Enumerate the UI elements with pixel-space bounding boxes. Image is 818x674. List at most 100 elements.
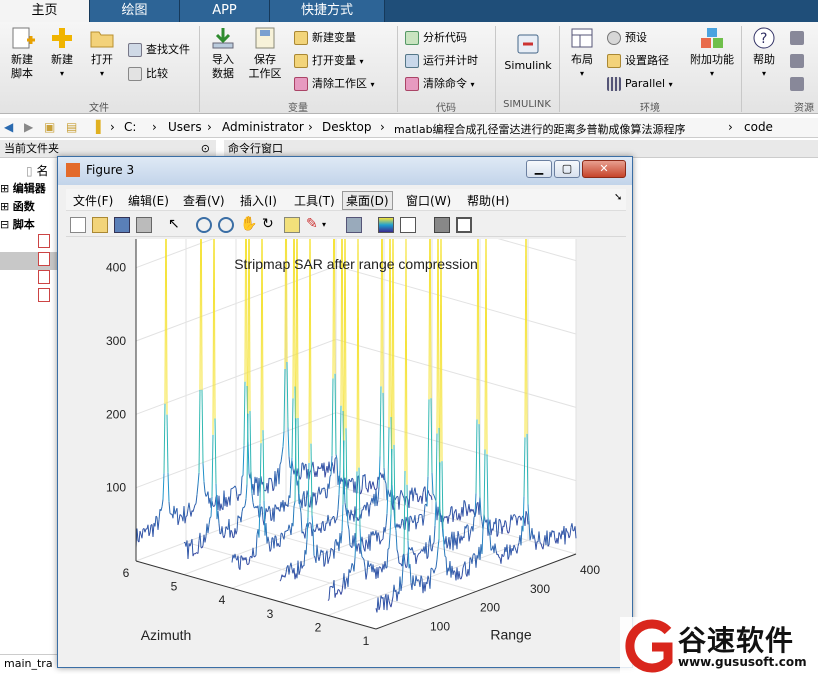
zoom-out-icon[interactable] xyxy=(218,217,234,233)
menu-dock-arrow-icon[interactable]: ➘ xyxy=(614,192,622,203)
request-support-icon[interactable] xyxy=(790,51,808,71)
menu-insert[interactable]: 插入(I) xyxy=(240,192,277,209)
maximize-button[interactable]: ▢ xyxy=(554,160,580,178)
zoom-in-icon[interactable] xyxy=(196,217,212,233)
menu-file[interactable]: 文件(F) xyxy=(73,192,113,209)
file-tree: ⊞ 编辑器 ⊞ 函数 ⊟ 脚本 xyxy=(0,180,60,306)
path-segment[interactable]: Administrator xyxy=(222,120,304,134)
back-arrow-icon[interactable]: ◀ xyxy=(4,120,13,134)
pan-hand-icon[interactable]: ✋ xyxy=(240,217,257,233)
save-workspace-button[interactable]: 保存 工作区 xyxy=(245,26,285,81)
series-segment xyxy=(385,567,388,569)
open-variable-button[interactable]: 打开变量 ▾ xyxy=(294,51,364,71)
tree-node-functions[interactable]: ⊞ 函数 xyxy=(0,198,60,216)
run-and-time-button[interactable]: 运行并计时 xyxy=(405,51,478,71)
expand-icon[interactable]: ⊞ xyxy=(0,200,9,213)
legend-icon[interactable] xyxy=(400,217,416,233)
community-icon[interactable] xyxy=(790,28,808,48)
minimize-button[interactable]: ▁ xyxy=(526,160,552,178)
find-files-button[interactable]: 查找文件 xyxy=(128,40,190,60)
tree-node-scripts[interactable]: ⊟ 脚本 xyxy=(0,216,60,234)
print-figure-icon[interactable] xyxy=(136,217,152,233)
series-segment xyxy=(304,505,307,507)
menu-tools[interactable]: 工具(T) xyxy=(294,192,335,209)
addons-dropdown-arrow-icon[interactable]: ▾ xyxy=(686,67,738,81)
new-figure-icon[interactable] xyxy=(70,217,86,233)
layout-button[interactable]: 布局 ▾ xyxy=(562,26,602,81)
data-cursor-icon[interactable] xyxy=(284,217,300,233)
new-variable-button[interactable]: 新建变量 xyxy=(294,28,356,48)
tab-shortcuts[interactable]: 快捷方式 xyxy=(270,0,385,22)
new-script-label: 新建 脚本 xyxy=(11,53,33,80)
compare-button[interactable]: 比较 xyxy=(128,64,168,84)
analyze-code-button[interactable]: 分析代码 xyxy=(405,28,467,48)
import-data-button[interactable]: 导入 数据 xyxy=(203,26,243,81)
path-segment[interactable]: Users xyxy=(168,120,202,134)
list-item[interactable] xyxy=(0,252,60,270)
edit-plot-pointer-icon[interactable]: ↖ xyxy=(168,217,184,233)
address-bar: ◀ ▶ ▣ ▤ ▌ › C: › Users › Administrator ›… xyxy=(0,118,818,138)
figure-title-bar[interactable]: Figure 3 ▁ ▢ ✕ xyxy=(58,157,632,185)
close-button[interactable]: ✕ xyxy=(582,160,626,178)
path-segment[interactable]: matlab编程合成孔径雷达进行的距离多普勒成像算法源程序 xyxy=(394,121,686,137)
show-plot-tools-icon[interactable] xyxy=(456,217,472,233)
path-segment[interactable]: code xyxy=(744,120,773,134)
save-figure-icon[interactable] xyxy=(114,217,130,233)
path-separator-icon: › xyxy=(152,120,157,134)
help-dropdown-arrow-icon[interactable]: ▾ xyxy=(744,67,784,81)
tab-apps[interactable]: APP xyxy=(180,0,270,22)
tab-home[interactable]: 主页 xyxy=(0,0,90,22)
new-script-button[interactable]: 新建 脚本 xyxy=(2,26,42,81)
menu-window[interactable]: 窗口(W) xyxy=(406,192,451,209)
open-folder-icon xyxy=(89,26,115,50)
list-item[interactable] xyxy=(0,234,60,252)
tab-plots[interactable]: 绘图 xyxy=(90,0,180,22)
open-dropdown-arrow-icon[interactable]: ▾ xyxy=(82,67,122,81)
parallel-dropdown-icon[interactable]: ▾ xyxy=(669,80,673,89)
clear-workspace-dropdown-icon[interactable]: ▾ xyxy=(371,80,375,89)
set-path-button[interactable]: 设置路径 xyxy=(607,51,669,71)
open-file-icon[interactable] xyxy=(92,217,108,233)
tree-node-label: 脚本 xyxy=(12,218,35,231)
figure-window[interactable]: Figure 3 ▁ ▢ ✕ 文件(F) 编辑(E) 查看(V) 插入(I) 工… xyxy=(57,106,633,668)
link-plot-icon[interactable] xyxy=(346,217,362,233)
help-button[interactable]: ? 帮助 ▾ xyxy=(744,26,784,81)
menu-view[interactable]: 查看(V) xyxy=(183,192,225,209)
open-variable-dropdown-icon[interactable]: ▾ xyxy=(360,57,364,66)
browse-folder-icon[interactable]: ▤ xyxy=(66,120,77,134)
forward-arrow-icon[interactable]: ▶ xyxy=(24,120,33,134)
name-column-header[interactable]: ▯ 名 xyxy=(26,162,48,179)
preferences-button[interactable]: 预设 xyxy=(607,28,647,48)
menu-help[interactable]: 帮助(H) xyxy=(467,192,509,209)
menu-edit[interactable]: 编辑(E) xyxy=(128,192,169,209)
rotate-3d-icon[interactable]: ↻ xyxy=(262,217,278,233)
clear-workspace-button[interactable]: 清除工作区 ▾ xyxy=(294,74,375,94)
plot-area[interactable]: 100 200 300 400 1 2 3 4 5 6 100 200 300 400 Range Azimu… xyxy=(66,106,626,663)
up-folder-icon[interactable]: ▣ xyxy=(44,120,55,134)
waterfall-chart[interactable]: 100 200 300 400 1 2 3 4 5 6 100 200 300 400 Range Azimu… xyxy=(66,106,626,663)
menu-desktop[interactable]: 桌面(D) xyxy=(342,191,393,210)
open-button[interactable]: 打开 ▾ xyxy=(82,26,122,81)
layout-dropdown-arrow-icon[interactable]: ▾ xyxy=(562,67,602,81)
path-segment[interactable]: C: xyxy=(124,120,136,134)
list-item[interactable] xyxy=(0,288,60,306)
tree-node-editor[interactable]: ⊞ 编辑器 xyxy=(0,180,60,198)
expand-icon[interactable]: ⊞ xyxy=(0,182,9,195)
community-glyph-icon xyxy=(790,31,804,45)
group-label-file: 文件 xyxy=(89,103,109,114)
new-button[interactable]: 新建 ▾ xyxy=(42,26,82,81)
list-item[interactable] xyxy=(0,270,60,288)
addons-button[interactable]: 附加功能 ▾ xyxy=(686,26,738,81)
colorbar-icon[interactable] xyxy=(378,217,394,233)
brush-dropdown-icon[interactable]: ▾ xyxy=(322,217,338,233)
collapse-icon[interactable]: ⊟ xyxy=(0,218,9,231)
brush-icon[interactable]: ✎ xyxy=(306,217,322,233)
parallel-button[interactable]: Parallel ▾ xyxy=(607,74,673,94)
clear-commands-button[interactable]: 清除命令 ▾ xyxy=(405,74,475,94)
learn-matlab-icon[interactable] xyxy=(790,74,808,94)
simulink-button[interactable]: Simulink xyxy=(500,26,556,73)
path-segment[interactable]: Desktop xyxy=(322,120,372,134)
clear-commands-dropdown-icon[interactable]: ▾ xyxy=(471,80,475,89)
hide-plot-tools-icon[interactable] xyxy=(434,217,450,233)
new-dropdown-arrow-icon[interactable]: ▾ xyxy=(42,67,82,81)
